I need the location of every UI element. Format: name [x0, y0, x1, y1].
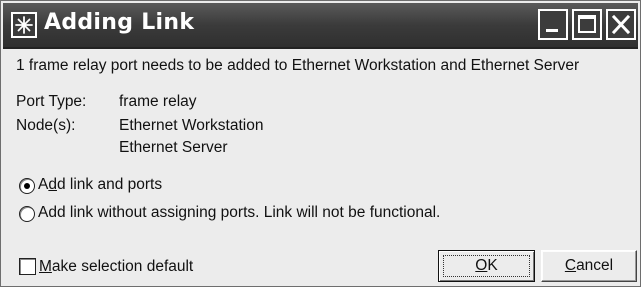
port-type-value: frame relay [119, 93, 197, 110]
minimize-icon [546, 29, 558, 32]
radio-button-unselected[interactable] [19, 206, 35, 222]
maximize-icon [578, 15, 596, 33]
maximize-button[interactable] [572, 9, 602, 40]
option-label: Add link and ports [38, 176, 162, 194]
minimize-button[interactable] [538, 9, 568, 40]
node-item: Ethernet Workstation [119, 117, 264, 134]
make-default-label-rest: ake selection default [51, 258, 194, 275]
window-title: Adding Link [44, 10, 195, 35]
make-default-mnemonic: M [39, 258, 52, 275]
focus-ring [443, 255, 530, 277]
port-type-label: Port Type: [16, 93, 87, 110]
nodes-label: Node(s): [16, 117, 76, 134]
option-label: Add link without assigning ports. Link w… [38, 204, 441, 221]
make-default-checkbox[interactable] [19, 258, 36, 275]
star-icon [11, 12, 37, 38]
make-default-label: Make selection default [39, 258, 193, 276]
radio-button-selected[interactable] [19, 178, 35, 194]
cancel-label-rest: ancel [576, 257, 614, 274]
node-item: Ethernet Server [119, 139, 228, 156]
cancel-button[interactable]: Cancel [541, 250, 637, 282]
close-button[interactable] [606, 9, 636, 40]
info-message: 1 frame relay port needs to be added to … [16, 57, 580, 74]
option-label-start: A [38, 176, 49, 193]
option-label-rest: d link and ports [56, 176, 163, 193]
cancel-mnemonic: C [564, 257, 577, 274]
close-icon [611, 14, 631, 35]
adding-link-dialog: Adding Link 1 frame relay port needs to … [0, 0, 641, 287]
ok-button[interactable]: OK [438, 250, 535, 282]
option-label-mnemonic: d [48, 176, 57, 193]
title-bar[interactable]: Adding Link [3, 3, 638, 49]
